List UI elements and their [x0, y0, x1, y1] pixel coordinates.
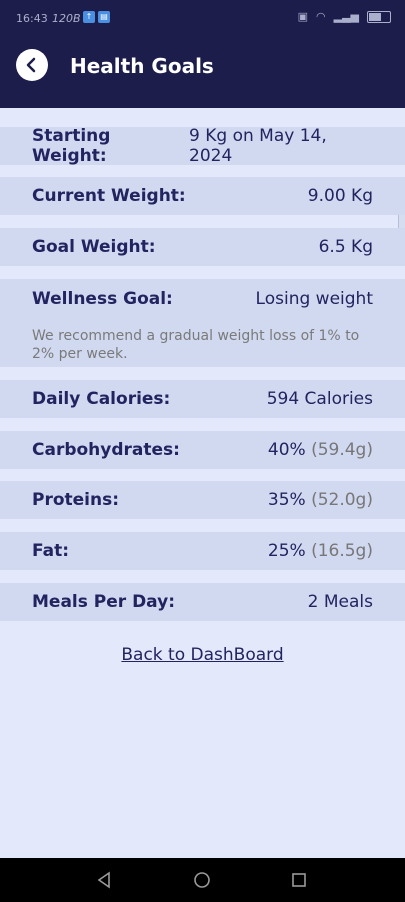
fat-value: 25% (16.5g): [268, 541, 373, 561]
upload-notification-icon: ↑: [83, 11, 95, 23]
page-title: Health Goals: [70, 54, 214, 78]
daily-calories-value: 594 Calories: [266, 389, 373, 409]
starting-weight-label: Starting Weight:: [32, 126, 111, 166]
status-bar: 16:43 120B ↑ ▤ ▣ ◠ ▂▃▅: [0, 0, 405, 36]
nav-back-icon[interactable]: [94, 870, 114, 890]
wellness-goal-note: We recommend a gradual weight loss of 1%…: [32, 328, 360, 362]
fat-label: Fat:: [32, 541, 70, 561]
goal-weight-label: Goal Weight:: [32, 237, 156, 257]
meals-per-day-label: Meals Per Day:: [32, 592, 176, 612]
daily-calories-row: Daily Calories: 594 Calories: [0, 380, 405, 418]
nav-home-icon[interactable]: [192, 870, 212, 890]
status-time: 16:43: [16, 12, 48, 25]
current-weight-row: Current Weight: 9.00 Kg: [0, 177, 405, 215]
carbohydrates-percent: 40%: [267, 440, 306, 460]
status-right: ▣ ◠ ▂▃▅: [298, 10, 391, 23]
app-notification-icon: ▤: [98, 11, 110, 23]
fat-row: Fat: 25% (16.5g): [0, 532, 405, 570]
proteins-grams: (52.0g): [311, 490, 373, 510]
back-button[interactable]: [16, 49, 48, 81]
proteins-row: Proteins: 35% (52.0g): [0, 481, 405, 519]
wifi-icon: ◠: [316, 10, 326, 23]
carbohydrates-value: 40% (59.4g): [268, 440, 373, 460]
meals-per-day-row: Meals Per Day: 2 Meals: [0, 583, 405, 621]
daily-calories-label: Daily Calories:: [32, 389, 171, 409]
proteins-percent: 35%: [267, 490, 306, 510]
wellness-goal-label: Wellness Goal:: [32, 289, 173, 309]
chevron-left-icon: [26, 57, 36, 73]
proteins-label: Proteins:: [32, 490, 120, 510]
starting-weight-row: Starting Weight: 9 Kg on May 14, 2024: [0, 126, 405, 166]
current-weight-label: Current Weight:: [32, 186, 186, 206]
notification-icons: ↑ ▤: [83, 11, 110, 23]
starting-weight-value: 9 Kg on May 14, 2024: [189, 126, 327, 166]
goal-weight-row: Goal Weight: 6.5 Kg: [0, 228, 405, 266]
goal-weight-value: 6.5 Kg: [318, 237, 373, 257]
carbohydrates-row: Carbohydrates: 40% (59.4g): [0, 431, 405, 469]
battery-icon: [367, 10, 391, 23]
carbohydrates-grams: (59.4g): [311, 440, 373, 460]
nfc-icon: ▣: [297, 10, 308, 23]
system-navigation-bar: [0, 858, 405, 902]
fat-percent: 25%: [267, 541, 306, 561]
carbohydrates-label: Carbohydrates:: [32, 440, 180, 460]
fat-grams: (16.5g): [311, 541, 373, 561]
wellness-goal-value: Losing weight: [255, 289, 373, 309]
nav-recents-icon[interactable]: [289, 870, 309, 890]
back-to-dashboard-link[interactable]: Back to DashBoard: [0, 645, 405, 665]
meals-per-day-value: 2 Meals: [307, 592, 373, 612]
proteins-value: 35% (52.0g): [268, 490, 373, 510]
signal-icon: ▂▃▅: [333, 10, 359, 23]
app-header: Health Goals: [0, 36, 405, 108]
status-speed: 120B: [52, 12, 81, 25]
current-weight-value: 9.00 Kg: [307, 186, 373, 206]
